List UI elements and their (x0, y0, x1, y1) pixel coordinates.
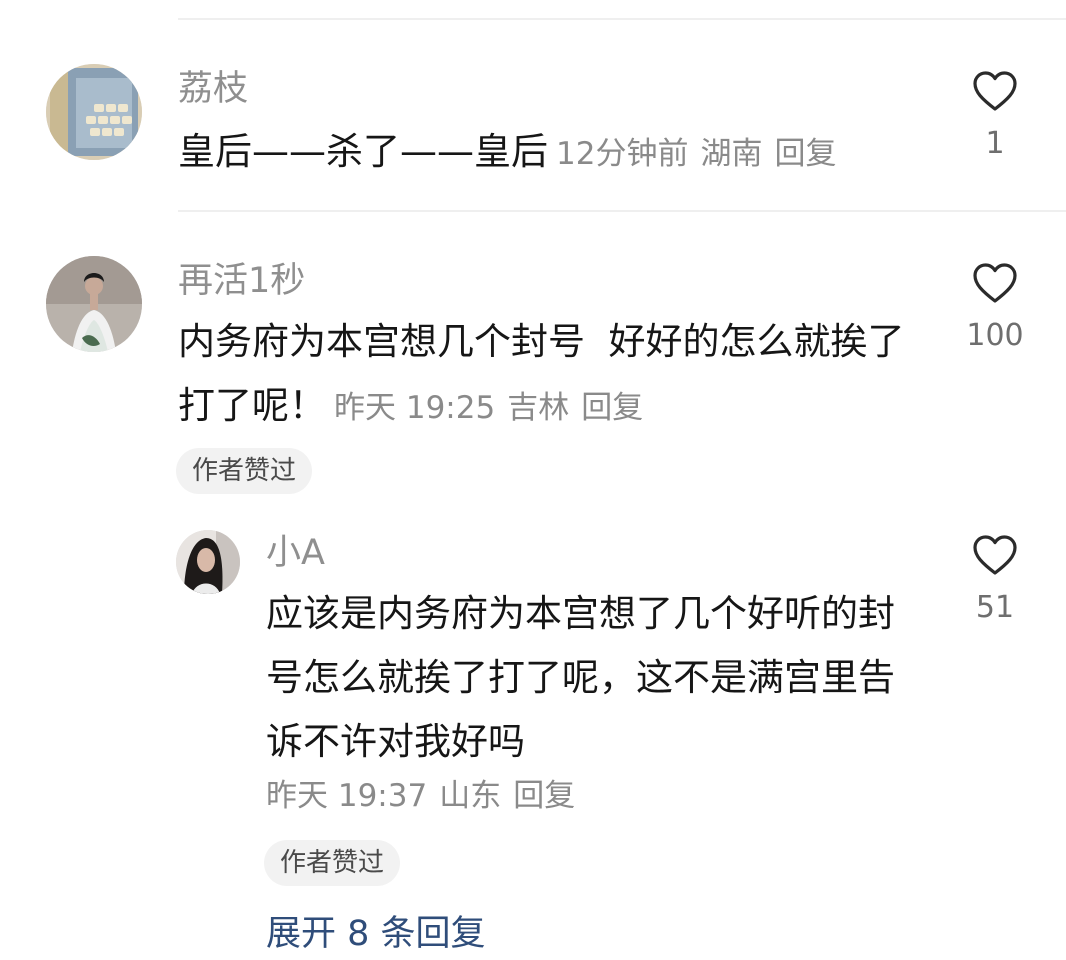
heart-outline-icon[interactable] (972, 70, 1018, 112)
heart-outline-icon[interactable] (972, 262, 1018, 304)
like-count: 51 (975, 590, 1015, 625)
avatar-image (46, 256, 142, 352)
top-divider (178, 18, 1066, 20)
reply-author-name[interactable]: 小A (266, 532, 325, 574)
reply-meta: 昨天 19:37 山东 回复 (266, 776, 575, 816)
heart-outline-icon[interactable] (972, 534, 1018, 576)
like-control[interactable]: 51 (950, 534, 1040, 626)
comment-time: 12分钟前 (556, 136, 689, 172)
reply-text: 应该是内务府为本宫想了几个好听的封号怎么就挨了打了呢，这不是满宫里告诉不许对我好… (266, 592, 895, 763)
like-count: 100 (966, 318, 1024, 353)
comment-time: 昨天 19:25 (334, 390, 496, 426)
reply-button[interactable]: 回复 (513, 778, 575, 814)
author-liked-badge: 作者赞过 (264, 840, 401, 886)
avatar[interactable] (46, 64, 142, 160)
comment-text: 内务府为本宫想几个封号 好好的怎么就挨了打了呢！ 昨天 19:25 吉林 回复 (178, 310, 938, 440)
reply-button[interactable]: 回复 (581, 390, 643, 426)
avatar[interactable] (176, 530, 240, 594)
reply-time: 昨天 19:37 (266, 778, 428, 814)
reply-location: 山东 (439, 778, 502, 814)
avatar[interactable] (46, 256, 142, 352)
comment-author-name[interactable]: 再活1秒 (178, 260, 305, 302)
comment-location: 吉林 (507, 390, 570, 426)
expand-replies-button[interactable]: 展开 8 条回复 (266, 912, 486, 956)
comment-meta: 12分钟前 湖南 回复 (556, 136, 836, 172)
comment-location: 湖南 (700, 136, 763, 172)
author-liked-badge: 作者赞过 (176, 448, 313, 494)
avatar-image (176, 530, 240, 594)
like-control[interactable]: 1 (950, 70, 1040, 162)
comment-text: 皇后——杀了——皇后 12分钟前 湖南 回复 (178, 120, 938, 186)
comment-divider (178, 210, 1066, 212)
comment-meta: 昨天 19:25 吉林 回复 (334, 390, 643, 426)
reply-button[interactable]: 回复 (774, 136, 836, 172)
like-control[interactable]: 100 (950, 262, 1040, 354)
comment-body: 皇后——杀了——皇后 (178, 130, 548, 173)
avatar-image (46, 64, 142, 160)
like-count: 1 (985, 126, 1005, 161)
comment-author-name[interactable]: 荔枝 (178, 68, 248, 110)
